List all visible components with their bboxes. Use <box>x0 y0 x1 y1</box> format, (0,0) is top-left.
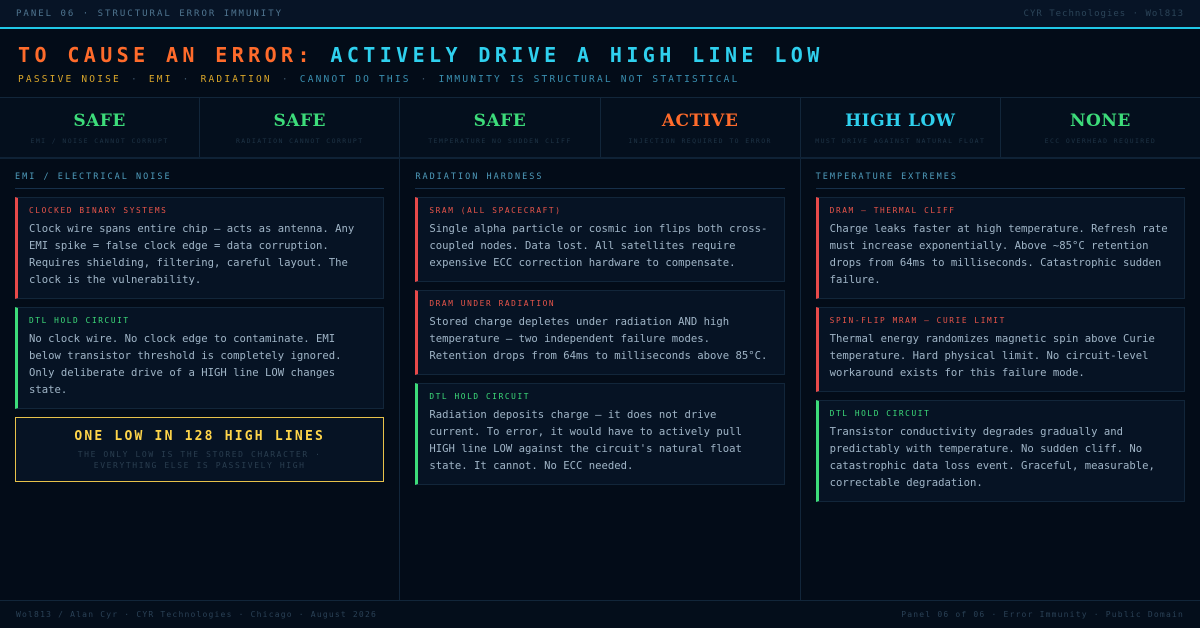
callout-subtext: THE ONLY LOW IS THE STORED CHARACTER · EV… <box>78 449 322 471</box>
card-title: SPIN-FLIP MRAM — CURIE LIMIT <box>829 316 1006 325</box>
callout-line: THE ONLY LOW IS THE STORED CHARACTER · <box>77 449 322 459</box>
subtitle-separator: · <box>182 74 191 85</box>
card-title: DTL HOLD CIRCUIT <box>829 409 931 418</box>
card-body: Radiation deposits charge — it does not … <box>429 409 742 472</box>
stat-label: ECC OVERHEAD REQUIRED <box>1044 136 1157 145</box>
content-columns: EMI / ELECTRICAL NOISE CLOCKED BINARY SYS… <box>0 159 1200 600</box>
title-part-2: ACTIVELY DRIVE A HIGH LINE LOW <box>330 43 824 67</box>
stat-tile: NONE ECC OVERHEAD REQUIRED <box>1000 98 1200 157</box>
card-title: DRAM UNDER RADIATION <box>429 299 556 308</box>
failure-card: CLOCKED BINARY SYSTEMS Clock wire spans e… <box>15 197 385 299</box>
stat-label: MUST DRIVE AGAINST NATURAL FLOAT <box>815 136 986 145</box>
card-title: DTL HOLD CIRCUIT <box>429 392 531 401</box>
solution-card: DTL HOLD CIRCUIT No clock wire. No clock … <box>15 307 385 409</box>
solution-card: DTL HOLD CIRCUIT Radiation deposits charg… <box>415 383 785 485</box>
card-body: Transistor conductivity degrades gradual… <box>829 426 1155 489</box>
footer-credit: Wol813 / Alan Cyr · CYR Technologies · C… <box>16 610 377 619</box>
subtitle-item: EMI <box>148 74 173 85</box>
subtitle-item: PASSIVE NOISE <box>18 74 121 85</box>
column-title: TEMPERATURE EXTREMES <box>815 172 1185 189</box>
stat-value: SAFE <box>73 110 126 131</box>
stat-tile: HIGH LOW MUST DRIVE AGAINST NATURAL FLOAT <box>800 98 1001 157</box>
failure-card: DRAM — THERMAL CLIFF Charge leaks faster … <box>815 197 1185 299</box>
header: TO CAUSE AN ERROR: ACTIVELY DRIVE A HIGH… <box>0 31 1200 97</box>
title-part-1: TO CAUSE AN ERROR: <box>18 43 314 67</box>
subtitle-separator: · <box>420 74 429 85</box>
solution-card: DTL HOLD CIRCUIT Transistor conductivity … <box>815 400 1185 502</box>
footer: Wol813 / Alan Cyr · CYR Technologies · C… <box>0 600 1200 628</box>
page-title: TO CAUSE AN ERROR: ACTIVELY DRIVE A HIGH… <box>18 43 1182 67</box>
stat-value: SAFE <box>273 110 326 131</box>
top-bar: PANEL 06 · STRUCTURAL ERROR IMMUNITY CYR… <box>0 0 1200 29</box>
column: TEMPERATURE EXTREMES DRAM — THERMAL CLIFF… <box>801 159 1200 600</box>
callout-box: ONE LOW IN 128 HIGH LINES THE ONLY LOW IS… <box>15 417 385 482</box>
card-body: Thermal energy randomizes magnetic spin … <box>829 333 1155 379</box>
subtitle: PASSIVE NOISE · EMI · RADIATION · CANNOT DO TH… <box>18 74 1182 85</box>
column: EMI / ELECTRICAL NOISE CLOCKED BINARY SYS… <box>0 159 401 600</box>
subtitle-separator: · <box>281 74 290 85</box>
column-title: RADIATION HARDNESS <box>415 172 785 189</box>
company-label: CYR Technologies · Wol813 <box>1023 8 1184 19</box>
stat-label: TEMPERATURE NO SUDDEN CLIFF <box>428 136 572 145</box>
column-title: EMI / ELECTRICAL NOISE <box>15 172 385 189</box>
subtitle-item: CANNOT DO THIS <box>299 74 411 85</box>
card-title: SRAM (ALL SPACECRAFT) <box>429 206 562 215</box>
subtitle-separator: · <box>130 74 139 85</box>
stat-tile: SAFE TEMPERATURE NO SUDDEN CLIFF <box>400 98 601 157</box>
stat-label: INJECTION REQUIRED TO ERROR <box>628 136 772 145</box>
footer-panel-info: Panel 06 of 06 · Error Immunity · Public… <box>901 610 1184 619</box>
stats-bar: SAFE EMI / NOISE CANNOT CORRUPT SAFE RADIAT… <box>0 97 1200 159</box>
card-title: DTL HOLD CIRCUIT <box>29 316 130 325</box>
stat-tile: SAFE EMI / NOISE CANNOT CORRUPT <box>0 98 201 157</box>
column: RADIATION HARDNESS SRAM (ALL SPACECRAFT) S… <box>400 159 801 600</box>
failure-card: DRAM UNDER RADIATION Stored charge deplet… <box>415 290 785 375</box>
card-title: DRAM — THERMAL CLIFF <box>829 206 956 215</box>
failure-card: SPIN-FLIP MRAM — CURIE LIMIT Thermal ener… <box>815 307 1185 392</box>
stat-value: HIGH LOW <box>845 110 956 131</box>
card-body: No clock wire. No clock edge to contamin… <box>29 333 342 396</box>
card-body: Single alpha particle or cosmic ion flip… <box>429 223 768 269</box>
stat-value: ACTIVE <box>661 110 739 131</box>
subtitle-item: IMMUNITY IS STRUCTURAL NOT STATISTICAL <box>438 74 740 85</box>
card-body: Clock wire spans entire chip — acts as a… <box>29 223 355 286</box>
stat-value: SAFE <box>473 110 527 131</box>
card-title: CLOCKED BINARY SYSTEMS <box>29 206 168 215</box>
callout-line: EVERYTHING ELSE IS PASSIVELY HIGH <box>93 460 306 470</box>
stat-tile: ACTIVE INJECTION REQUIRED TO ERROR <box>600 98 801 157</box>
stat-value: NONE <box>1070 110 1131 131</box>
card-body: Stored charge depletes under radiation A… <box>429 316 768 362</box>
stat-label: RADIATION CANNOT CORRUPT <box>235 136 364 145</box>
stat-label: EMI / NOISE CANNOT CORRUPT <box>30 136 169 145</box>
card-body: Charge leaks faster at high temperature.… <box>829 223 1168 286</box>
subtitle-item: RADIATION <box>200 74 272 85</box>
failure-card: SRAM (ALL SPACECRAFT) Single alpha partic… <box>415 197 785 282</box>
callout-title: ONE LOW IN 128 HIGH LINES <box>74 428 325 444</box>
stat-tile: SAFE RADIATION CANNOT CORRUPT <box>200 98 401 157</box>
panel-label: PANEL 06 · STRUCTURAL ERROR IMMUNITY <box>16 8 284 19</box>
